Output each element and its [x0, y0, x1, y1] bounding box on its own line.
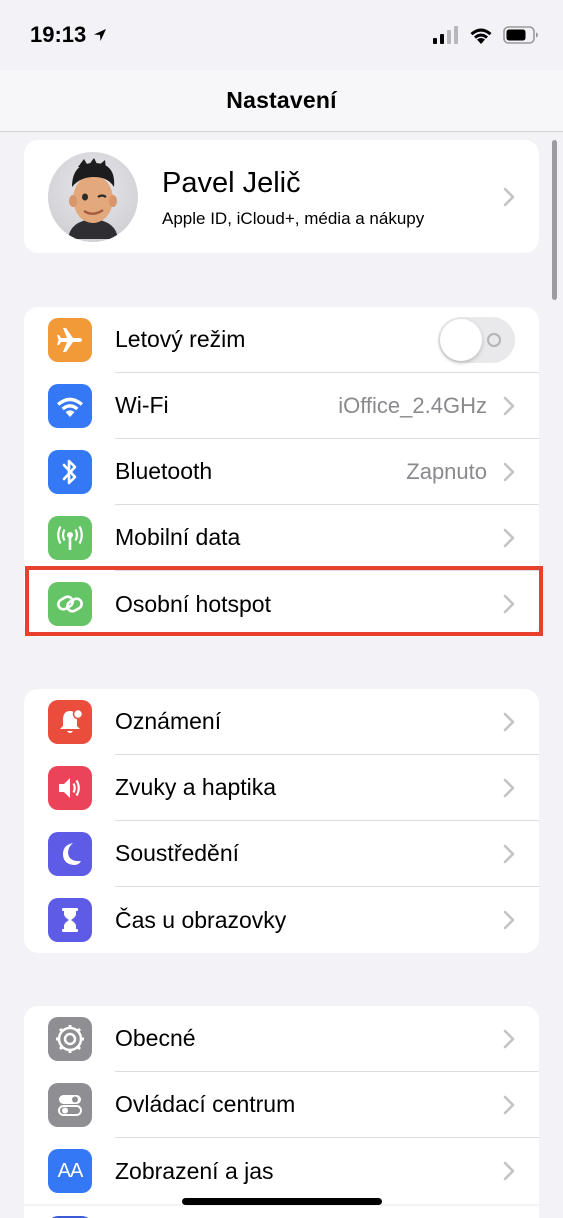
row-label: Oznámení [115, 708, 222, 734]
settings-row-display-brightness[interactable]: AA Zobrazení a jas [24, 1138, 539, 1204]
cellular-signal-icon [433, 26, 458, 44]
speaker-icon [48, 766, 92, 810]
row-label: Ovládací centrum [115, 1091, 296, 1117]
chevron-right-icon [503, 528, 515, 547]
avatar [48, 151, 138, 242]
home-indicator[interactable] [182, 1198, 382, 1205]
chevron-right-icon [503, 712, 515, 731]
apple-id-profile-row[interactable]: Pavel Jelič Apple ID, iCloud+, média a n… [24, 140, 539, 253]
row-label: Bluetooth [115, 458, 213, 484]
text-size-glyph: AA [57, 1159, 84, 1182]
wifi-icon [48, 384, 92, 428]
chevron-right-icon [503, 910, 515, 930]
general-group: Obecné Ovládací centrum AA Zobrazení a j… [24, 1006, 539, 1204]
wifi-status-icon [470, 28, 492, 44]
partially-visible-row[interactable] [24, 1206, 539, 1218]
antenna-icon [48, 516, 92, 560]
row-label: Obecné [115, 1025, 196, 1051]
profile-name: Pavel Jelič [162, 166, 301, 199]
settings-row-personal-hotspot[interactable]: Osobní hotspot [24, 571, 539, 637]
gear-icon [48, 1017, 92, 1061]
page-title: Nastavení [226, 87, 337, 113]
bluetooth-status-value: Zapnuto [406, 458, 487, 484]
settings-row-general[interactable]: Obecné [24, 1006, 539, 1072]
row-label: Zvuky a haptika [115, 774, 277, 800]
row-label: Wi-Fi [115, 392, 169, 418]
settings-row-screen-time[interactable]: Čas u obrazovky [24, 887, 539, 953]
location-arrow-icon [94, 29, 107, 41]
airplane-mode-toggle[interactable] [438, 316, 515, 363]
row-label: Čas u obrazovky [115, 906, 287, 933]
settings-row-mobile-data[interactable]: Mobilní data [24, 505, 539, 571]
connectivity-group: Letový režim Wi-Fi iOffice_2.4GHz Blueto… [24, 307, 539, 637]
toggle-off-indicator [487, 332, 501, 347]
chevron-right-icon [503, 594, 515, 614]
chevron-right-icon [503, 462, 515, 481]
wifi-network-value: iOffice_2.4GHz [338, 392, 487, 418]
row-label: Soustředění [115, 840, 240, 866]
settings-row-control-center[interactable]: Ovládací centrum [24, 1072, 539, 1138]
profile-subtitle: Apple ID, iCloud+, média a nákupy [162, 208, 425, 228]
settings-row-wifi[interactable]: Wi-Fi iOffice_2.4GHz [24, 373, 539, 439]
row-label: Letový režim [115, 326, 246, 352]
text-size-icon: AA [48, 1149, 92, 1193]
settings-row-bluetooth[interactable]: Bluetooth Zapnuto [24, 439, 539, 505]
moon-icon [48, 832, 92, 876]
settings-row-notifications[interactable]: Oznámení [24, 689, 539, 755]
navigation-bar: Nastavení [0, 70, 563, 132]
toggle-knob [440, 318, 482, 361]
settings-row-focus[interactable]: Soustředění [24, 821, 539, 887]
row-label: Zobrazení a jas [115, 1157, 274, 1184]
chevron-right-icon [503, 778, 515, 797]
memoji-avatar-icon [68, 157, 118, 239]
hotspot-icon [48, 582, 92, 626]
bell-icon [48, 700, 92, 744]
chevron-right-icon [503, 396, 515, 415]
time-label: 19:13 [30, 22, 87, 47]
row-label: Osobní hotspot [115, 590, 271, 617]
notifications-group: Oznámení Zvuky a haptika Soustředění Čas… [24, 689, 539, 953]
chevron-right-icon [503, 844, 515, 863]
settings-row-airplane-mode[interactable]: Letový režim [24, 307, 539, 373]
status-bar: 19:13 [0, 0, 563, 70]
row-label: Mobilní data [115, 524, 241, 550]
battery-icon [503, 26, 538, 44]
scroll-indicator[interactable] [552, 140, 557, 300]
status-time: 19:13 [30, 22, 108, 48]
status-icons [433, 26, 539, 44]
bluetooth-icon [48, 450, 92, 494]
settings-row-sounds[interactable]: Zvuky a haptika [24, 755, 539, 821]
switches-icon [48, 1083, 92, 1127]
chevron-right-icon [503, 1161, 515, 1181]
chevron-right-icon [503, 187, 515, 206]
hourglass-icon [48, 898, 92, 942]
airplane-icon [48, 318, 92, 362]
chevron-right-icon [503, 1095, 515, 1114]
chevron-right-icon [503, 1029, 515, 1048]
